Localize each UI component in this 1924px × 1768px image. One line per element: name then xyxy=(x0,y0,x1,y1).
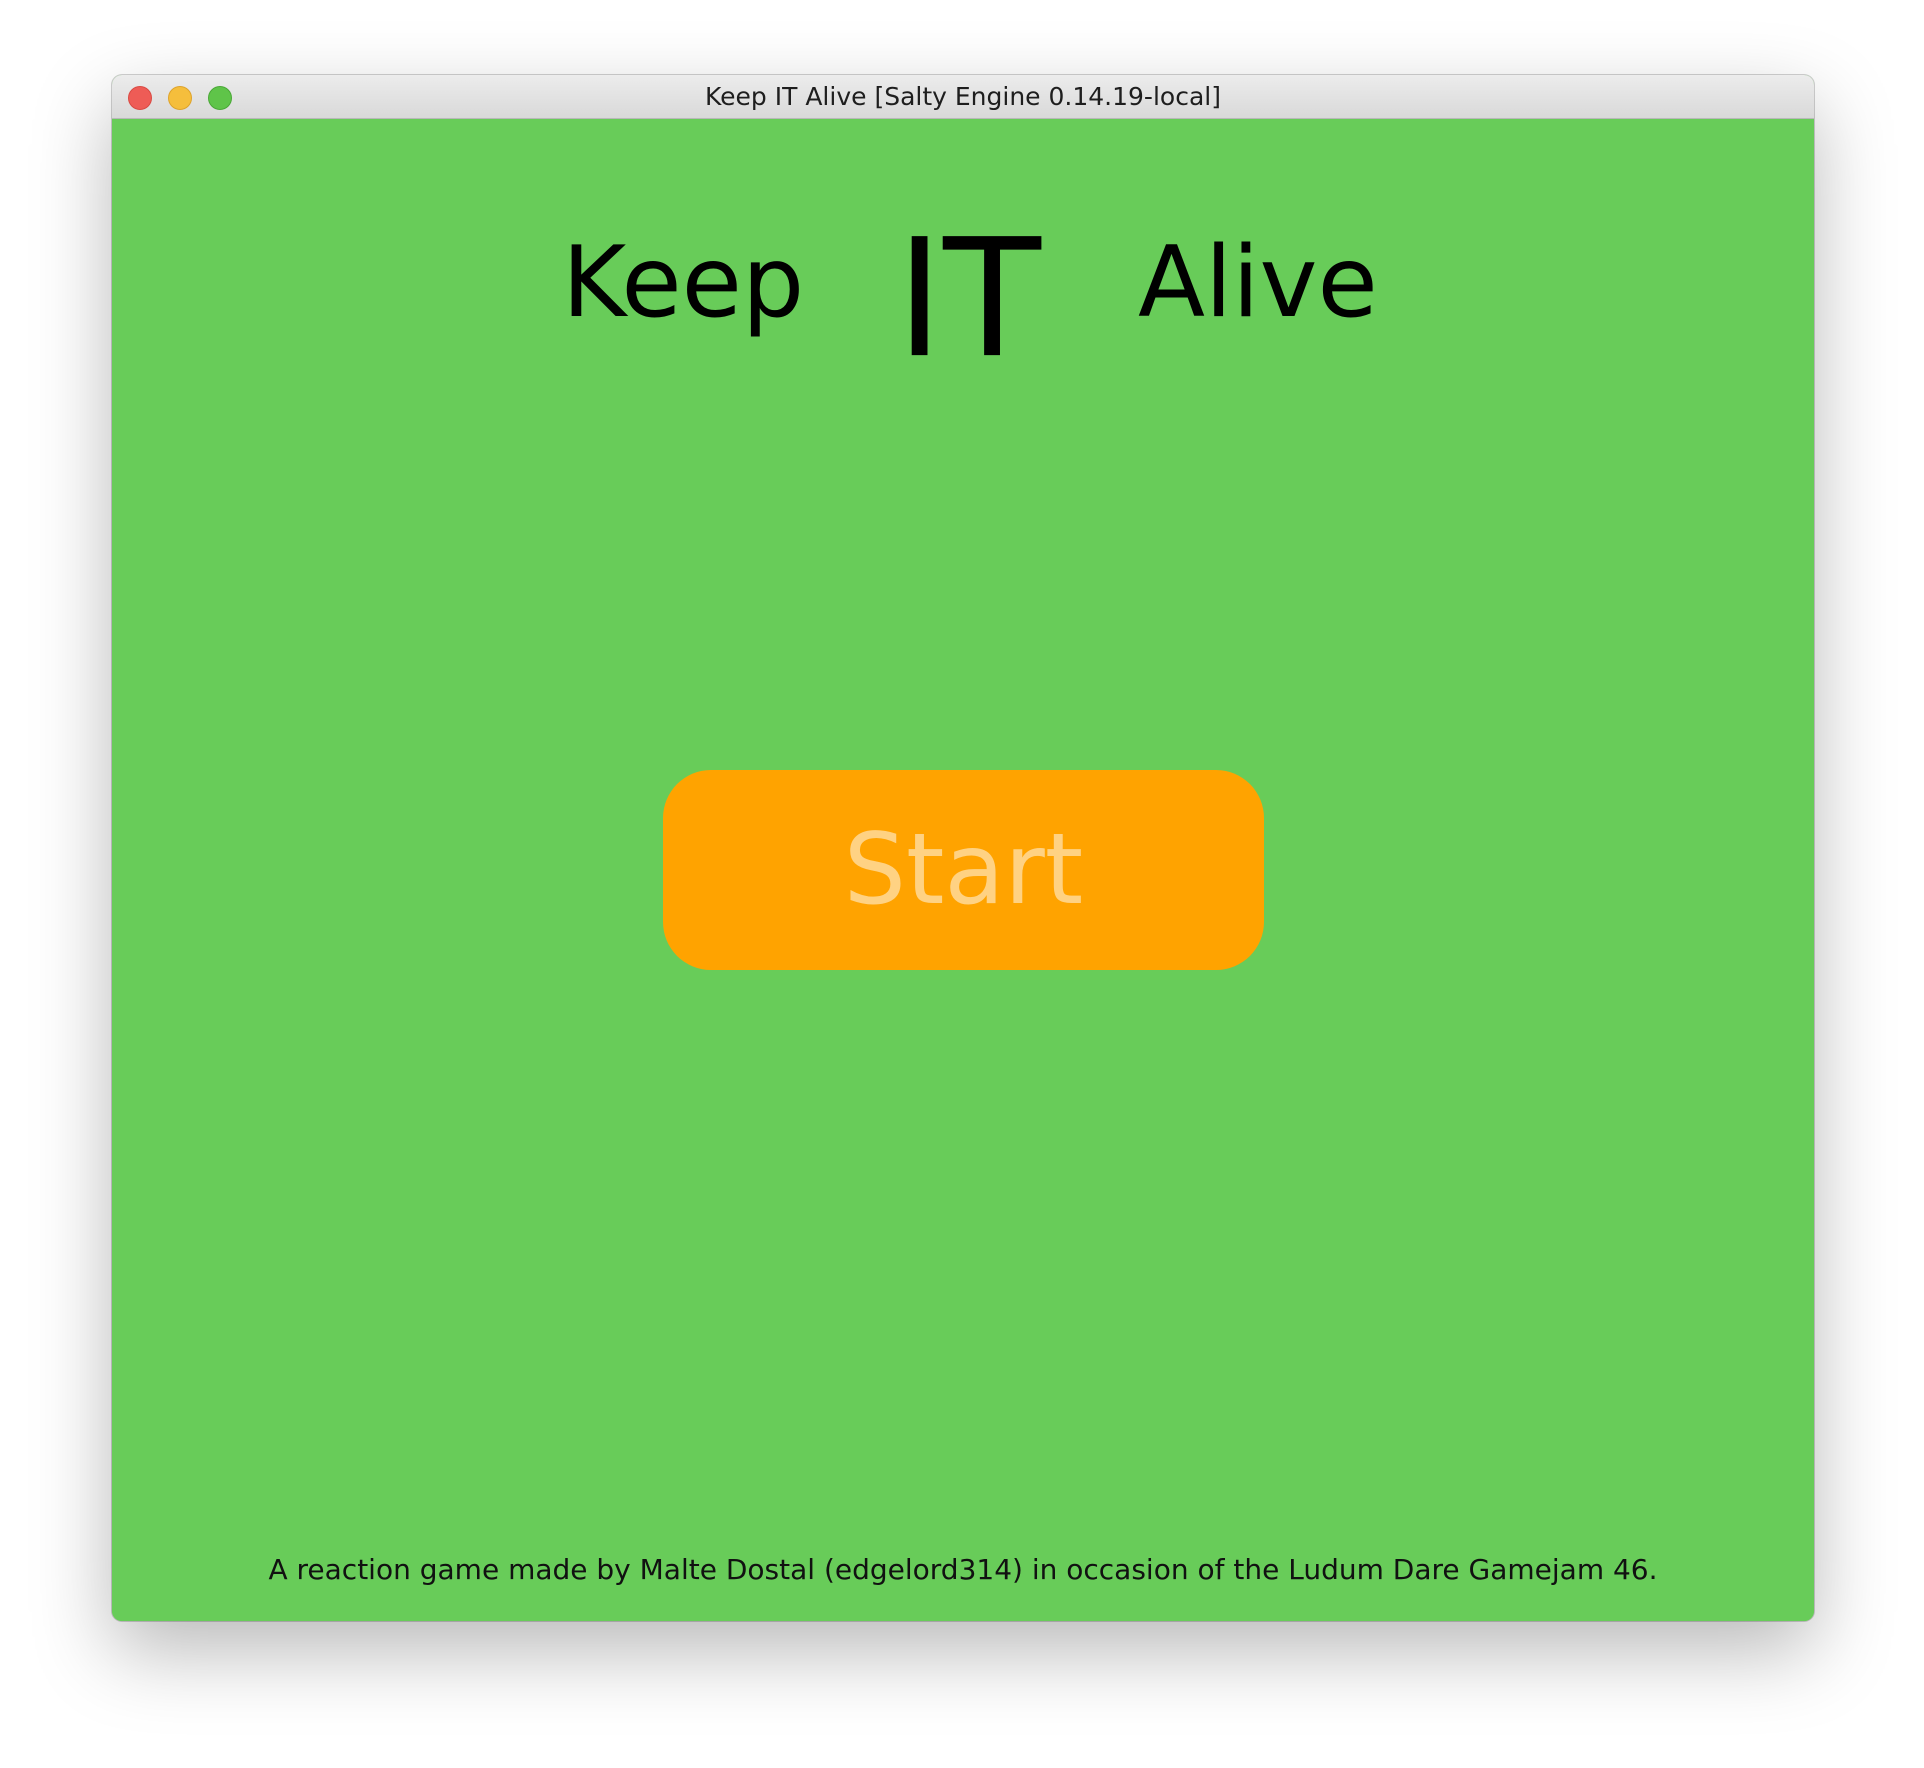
game-canvas: Keep IT Alive Start A reaction game made… xyxy=(112,119,1814,1621)
start-button-label: Start xyxy=(843,813,1084,927)
title-word-keep: Keep xyxy=(562,226,805,340)
title-bar[interactable]: Keep IT Alive [Salty Engine 0.14.19-loca… xyxy=(112,75,1814,119)
title-word-it: IT xyxy=(896,203,1041,394)
start-button[interactable]: Start xyxy=(663,770,1264,970)
credits-text: A reaction game made by Malte Dostal (ed… xyxy=(268,1553,1658,1586)
window-title: Keep IT Alive [Salty Engine 0.14.19-loca… xyxy=(705,82,1221,111)
title-word-alive: Alive xyxy=(1138,226,1378,340)
game-window: Keep IT Alive [Salty Engine 0.14.19-loca… xyxy=(112,75,1814,1621)
